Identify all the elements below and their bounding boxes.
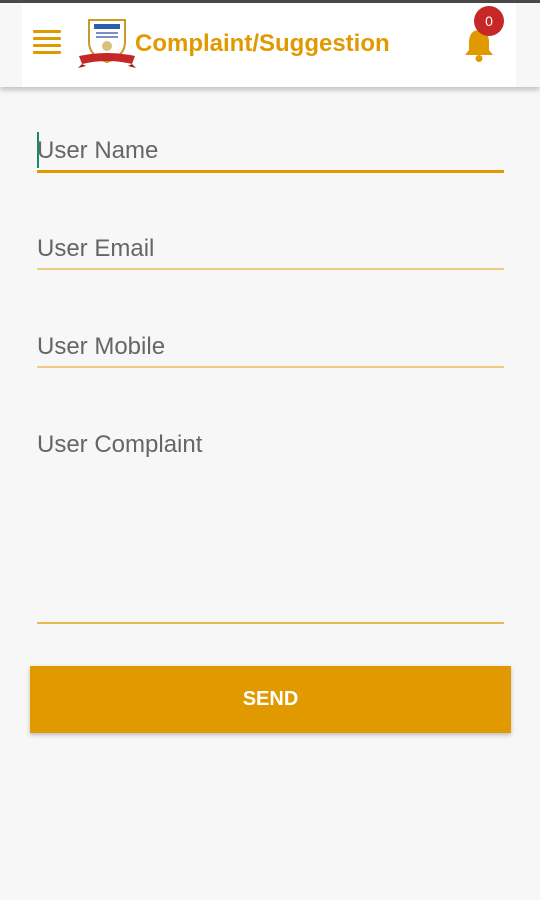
notification-badge: 0: [474, 6, 504, 36]
user-email-underline: [37, 268, 504, 270]
user-complaint-placeholder: User Complaint: [37, 431, 203, 458]
user-email-placeholder: User Email: [37, 235, 155, 262]
send-button[interactable]: SEND: [30, 666, 511, 733]
user-mobile-placeholder: User Mobile: [37, 333, 166, 360]
user-name-field[interactable]: User Name: [37, 132, 504, 174]
text-cursor: [37, 132, 39, 168]
user-mobile-field[interactable]: User Mobile: [37, 330, 504, 370]
page-title: Complaint/Suggestion: [135, 30, 390, 57]
user-complaint-underline: [37, 622, 504, 624]
user-email-field[interactable]: User Email: [37, 232, 504, 272]
user-complaint-field[interactable]: User Complaint: [37, 428, 504, 626]
user-mobile-underline: [37, 366, 504, 368]
user-name-underline: [37, 170, 504, 173]
institution-logo: [78, 19, 136, 68]
hamburger-menu-icon[interactable]: [33, 30, 61, 54]
user-name-placeholder: User Name: [37, 137, 159, 164]
